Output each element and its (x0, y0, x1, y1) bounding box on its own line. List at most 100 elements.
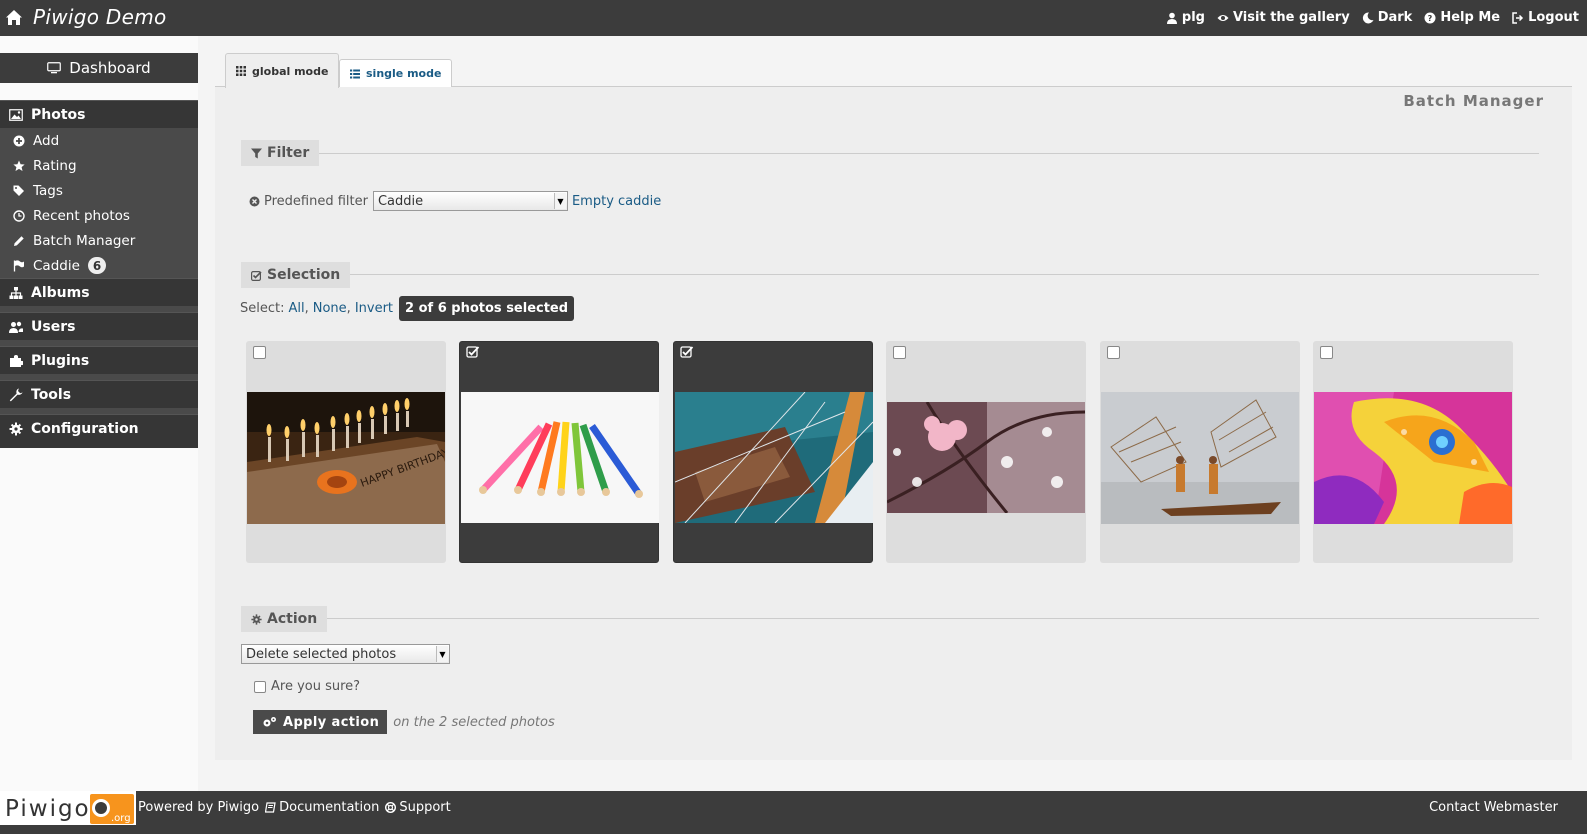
action-legend: Action (241, 606, 328, 632)
tab-global-mode[interactable]: global mode (225, 53, 340, 88)
filter-icon (251, 148, 262, 158)
dark-theme-link[interactable]: Dark (1362, 10, 1412, 25)
sidebar: Dashboard Photos Add Rating Tags Recent … (0, 36, 198, 796)
sidebar-item-caddie[interactable]: Caddie 6 (0, 253, 198, 278)
select-label: Select: (240, 301, 285, 316)
help-icon: ? (1424, 12, 1436, 23)
predefined-filter-select[interactable]: Caddie ▼ (372, 191, 568, 211)
photo-thumbnail[interactable] (886, 341, 1086, 563)
support-link[interactable]: Support (385, 800, 451, 815)
help-link[interactable]: ? Help Me (1424, 10, 1500, 25)
empty-caddie-link[interactable]: Empty caddie (572, 194, 661, 209)
checked-box-icon[interactable] (466, 345, 480, 359)
action-divider (241, 618, 1539, 619)
header-links: plg Visit the gallery Dark ? Help Me Log… (1166, 10, 1579, 25)
app-title[interactable]: Piwigo Demo (33, 5, 167, 29)
sidebar-section-tools[interactable]: Tools (0, 380, 198, 408)
sitemap-icon (9, 286, 23, 299)
user-link[interactable]: plg (1166, 10, 1205, 25)
support-label: Support (399, 800, 451, 815)
apply-action-button[interactable]: Apply action (253, 710, 388, 734)
caddie-count-badge: 6 (87, 257, 107, 274)
separator: , (304, 301, 309, 316)
action-select-value: Delete selected photos (246, 646, 397, 662)
home-icon[interactable] (5, 9, 23, 27)
gear-icon (251, 613, 262, 625)
filter-legend: Filter (241, 140, 320, 166)
sidebar-item-label: Rating (33, 157, 77, 174)
star-icon (13, 160, 25, 171)
puzzle-icon (10, 354, 23, 367)
selection-count-badge: 2 of 6 photos selected (399, 296, 575, 321)
clock-icon (13, 209, 25, 222)
check-square-icon (251, 270, 262, 281)
selection-legend: Selection (241, 262, 351, 288)
sidebar-item-rating[interactable]: Rating (0, 153, 198, 178)
sidebar-item-label: Add (33, 132, 60, 149)
visit-gallery-link[interactable]: Visit the gallery (1217, 10, 1350, 25)
contact-webmaster-link[interactable]: Contact Webmaster (1429, 800, 1558, 815)
photo-thumbnail-selected[interactable] (673, 341, 873, 563)
carousel-horse-photo (1314, 392, 1512, 524)
filter-divider (241, 153, 1539, 154)
remove-filter-icon[interactable] (249, 196, 260, 207)
logout-icon (1512, 11, 1524, 24)
sidebar-item-add[interactable]: Add (0, 128, 198, 153)
select-invert-link[interactable]: Invert (355, 301, 393, 316)
piwigo-logo[interactable]: Piwigo .org (0, 791, 136, 825)
colored-pencils-photo (461, 392, 659, 523)
logout-link[interactable]: Logout (1512, 10, 1579, 25)
birthday-cake-photo: HAPPY BIRTHDAY (247, 392, 445, 524)
tab-label: global mode (252, 64, 329, 78)
photo-checkbox[interactable] (1320, 346, 1333, 359)
select-all-link[interactable]: All (288, 301, 304, 316)
documentation-link[interactable]: Documentation (265, 800, 379, 815)
photo-thumbnail-selected[interactable] (459, 341, 659, 563)
predefined-filter-label: Predefined filter (264, 193, 368, 209)
select-none-link[interactable]: None (313, 301, 347, 316)
select-controls: Select: All, None, Invert 2 of 6 photos … (240, 296, 575, 321)
user-label: plg (1181, 10, 1205, 25)
photo-thumbnail[interactable] (1100, 341, 1300, 563)
monitor-icon (47, 62, 62, 74)
svg-text:Piwigo: Piwigo (5, 796, 91, 822)
sidebar-section-label: Configuration (31, 420, 139, 437)
sidebar-item-tags[interactable]: Tags (0, 178, 198, 203)
checked-box-icon[interactable] (680, 345, 694, 359)
confirm-checkbox[interactable] (254, 680, 266, 693)
dashboard-button[interactable]: Dashboard (0, 53, 198, 83)
selection-divider (241, 274, 1539, 275)
photo-checkbox[interactable] (893, 346, 906, 359)
footer-links: Powered by Piwigo Documentation Support (138, 800, 451, 815)
top-bar: Piwigo Demo plg Visit the gallery Dark ?… (0, 0, 1587, 36)
sidebar-section-label: Albums (31, 284, 90, 301)
visit-gallery-label: Visit the gallery (1232, 10, 1350, 25)
flag-icon (13, 259, 24, 271)
chevron-down-icon: ▼ (436, 646, 448, 662)
lifebuoy-icon (385, 802, 397, 813)
photo-checkbox[interactable] (253, 346, 266, 359)
fishermen-photo (1101, 392, 1299, 524)
sidebar-item-label: Recent photos (33, 207, 130, 224)
sidebar-section-albums[interactable]: Albums (0, 278, 198, 306)
sidebar-item-batch-manager[interactable]: Batch Manager (0, 228, 198, 253)
confirm-row: Are you sure? (254, 679, 360, 694)
sidebar-section-plugins[interactable]: Plugins (0, 346, 198, 374)
photo-thumbnail[interactable] (1313, 341, 1513, 563)
sidebar-item-recent-photos[interactable]: Recent photos (0, 203, 198, 228)
tab-single-mode[interactable]: single mode (339, 59, 453, 87)
sidebar-item-label: Caddie (33, 257, 80, 274)
photo-thumbnail[interactable]: HAPPY BIRTHDAY (246, 341, 446, 563)
confirm-label[interactable]: Are you sure? (271, 679, 360, 694)
help-label: Help Me (1440, 10, 1501, 25)
sidebar-section-configuration[interactable]: Configuration (0, 414, 198, 442)
sidebar-section-users[interactable]: Users (0, 312, 198, 340)
filter-row: Predefined filter Caddie ▼ Empty caddie (249, 191, 661, 211)
sidebar-item-label: Tags (33, 182, 63, 199)
action-select[interactable]: Delete selected photos ▼ (241, 644, 450, 664)
sidebar-menu-bottom (0, 442, 198, 448)
sidebar-menu: Photos Add Rating Tags Recent photos Bat… (0, 100, 198, 448)
powered-by-link[interactable]: Powered by Piwigo (138, 800, 259, 815)
sidebar-section-photos[interactable]: Photos (0, 100, 198, 128)
photo-checkbox[interactable] (1107, 346, 1120, 359)
